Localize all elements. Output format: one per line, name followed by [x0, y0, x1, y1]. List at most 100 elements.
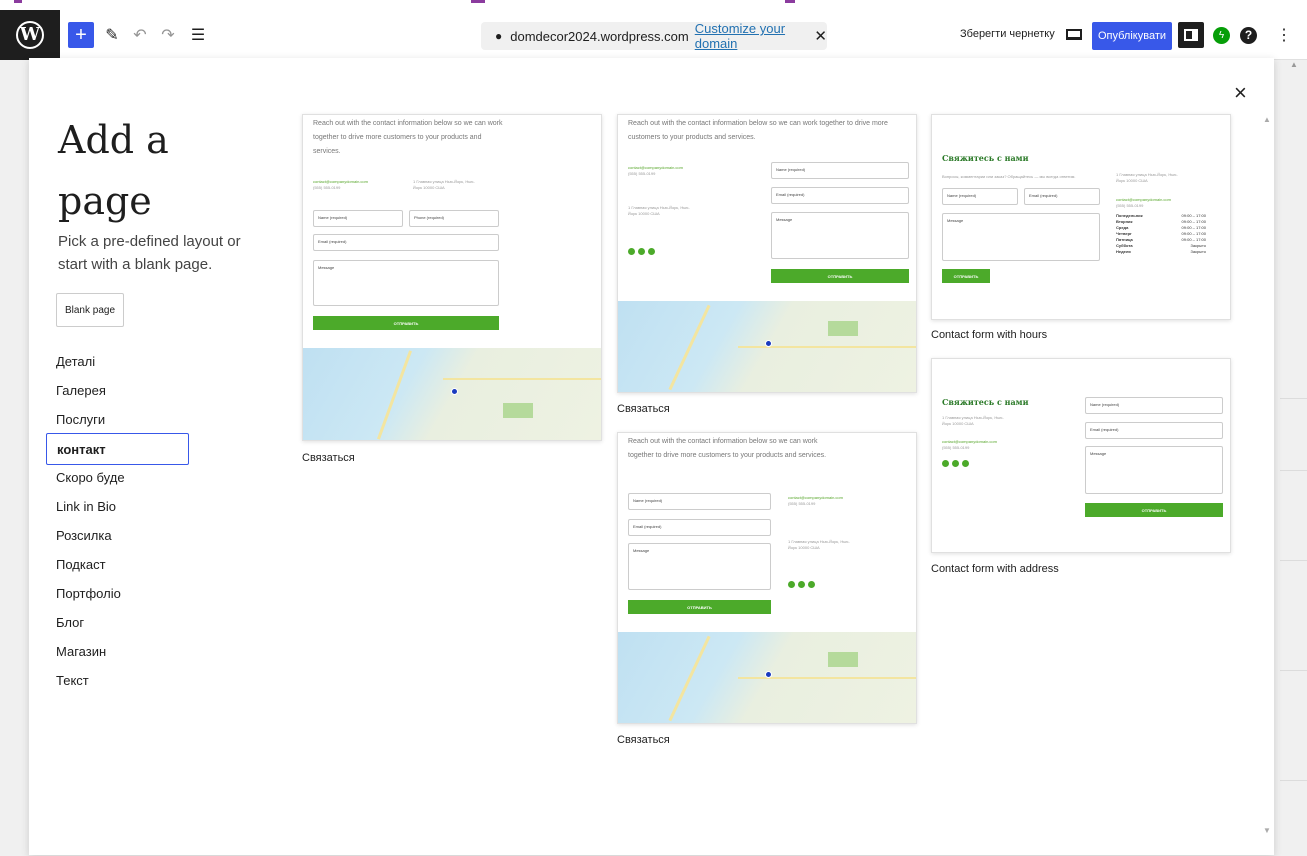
- category-item[interactable]: Послуги: [56, 412, 105, 427]
- email-field: Email (required): [628, 519, 771, 536]
- wordpress-icon: W: [16, 21, 44, 49]
- phone-field: Phone (required): [409, 210, 499, 227]
- address-text: 1 Главная улица Нью-Йорк, Нью-Йорк 10000…: [942, 415, 1004, 426]
- undo-icon[interactable]: ↶: [128, 22, 152, 48]
- map-road: [443, 378, 601, 380]
- phone-text: (555) 555-0199: [788, 501, 816, 506]
- submit-button: ОТПРАВИТЬ: [628, 600, 771, 614]
- submit-button: ОТПРАВИТЬ: [942, 269, 990, 283]
- map-image: [303, 348, 601, 440]
- scroll-up-icon[interactable]: ▲: [1290, 60, 1298, 69]
- category-item[interactable]: Блог: [56, 615, 84, 630]
- category-item[interactable]: Подкаст: [56, 557, 106, 572]
- social-icon: [628, 248, 635, 255]
- scroll-down-icon[interactable]: ▼: [1263, 826, 1271, 835]
- intro-text: Reach out with the contact information b…: [313, 120, 503, 155]
- map-road: [738, 346, 916, 348]
- category-item[interactable]: Link in Bio: [56, 499, 116, 514]
- modal-subtitle: Pick a pre-defined layout or start with …: [58, 233, 241, 273]
- map-road: [668, 635, 711, 722]
- more-options-icon[interactable]: ⋮: [1276, 25, 1292, 45]
- email-field: Email (required): [1085, 422, 1223, 439]
- help-icon[interactable]: ?: [1240, 27, 1257, 44]
- editor-top-bar: W + ✎ ↶ ↷ ☰ ● domdecor2024.wordpress.com…: [0, 0, 1307, 60]
- map-park: [828, 652, 858, 667]
- pattern-caption: Contact form with hours: [931, 329, 1048, 341]
- name-field: Name (required): [1085, 397, 1223, 414]
- pattern-card[interactable]: Свяжитесь с нами 1 Главная улица Нью-Йор…: [931, 358, 1231, 553]
- submit-button: ОТПРАВИТЬ: [771, 269, 909, 283]
- address-text: 1 Главная улица Нью-Йорк, Нью-Йорк 10000…: [788, 539, 850, 550]
- address-text: 1 Главная улица Нью-Йорк, Нью-Йорк 10000…: [413, 179, 475, 190]
- social-icon: [942, 460, 949, 467]
- modal-scrollbar[interactable]: ▲ ▼: [1261, 115, 1271, 835]
- name-field: Name (required): [313, 210, 403, 227]
- map-pin-icon: [765, 671, 772, 678]
- wordpress-logo-button[interactable]: W: [0, 10, 60, 60]
- pencil-icon[interactable]: ✎: [100, 22, 124, 48]
- category-item[interactable]: Деталі: [56, 354, 95, 369]
- decor-line: [785, 0, 795, 3]
- name-field: Name (required): [771, 162, 909, 179]
- map-image: [618, 301, 916, 392]
- category-item-active[interactable]: контакт: [46, 433, 189, 465]
- pattern-card[interactable]: Reach out with the contact information b…: [617, 114, 917, 393]
- social-icon: [798, 581, 805, 588]
- pattern-card[interactable]: Свяжитесь с нами Вопросы, комментарии ил…: [931, 114, 1231, 320]
- map-pin-icon: [451, 388, 458, 395]
- blank-page-button[interactable]: Blank page: [56, 293, 124, 327]
- modal-title: Add a page: [58, 118, 169, 223]
- document-overview-icon[interactable]: ☰: [184, 22, 212, 48]
- category-item[interactable]: Скоро буде: [56, 470, 125, 485]
- category-item[interactable]: Портфоліо: [56, 586, 121, 601]
- customize-domain-link[interactable]: Customize your domain: [695, 21, 807, 51]
- category-item[interactable]: Галерея: [56, 383, 106, 398]
- sidebar-icon: [1184, 29, 1198, 41]
- map-image: [618, 632, 916, 723]
- settings-panel-button[interactable]: [1178, 22, 1204, 48]
- contact-heading: Свяжитесь с нами: [942, 397, 1029, 407]
- message-field: Message: [771, 212, 909, 259]
- pattern-card[interactable]: Reach out with the contact information b…: [302, 114, 602, 441]
- decor-line: [14, 0, 22, 3]
- pattern-caption: Связаться: [617, 734, 670, 746]
- close-modal-icon[interactable]: ×: [1234, 80, 1247, 106]
- social-icon: [952, 460, 959, 467]
- hours-row: Неделя Закрыто: [1116, 249, 1206, 255]
- social-icon: [808, 581, 815, 588]
- preview-icon[interactable]: [1066, 29, 1082, 40]
- message-field: Message: [1085, 446, 1223, 494]
- contact-heading: Свяжитесь с нами: [942, 153, 1029, 163]
- domain-url: domdecor2024.wordpress.com: [510, 28, 689, 44]
- map-road: [738, 677, 916, 679]
- publish-button[interactable]: Опублікувати: [1092, 22, 1172, 50]
- divider: [1280, 398, 1307, 399]
- close-icon[interactable]: ✕: [814, 27, 827, 45]
- name-field: Name (required): [628, 493, 771, 510]
- divider: [1280, 670, 1307, 671]
- divider: [1280, 780, 1307, 781]
- save-draft-button[interactable]: Зберегти чернетку: [960, 28, 1055, 40]
- time-label: Закрыто: [1190, 249, 1206, 254]
- intro-text: Вопросы, комментарии или заказ? Обращайт…: [942, 174, 1076, 179]
- redo-icon[interactable]: ↷: [156, 22, 180, 48]
- message-field: Message: [628, 543, 771, 590]
- pattern-card[interactable]: Reach out with the contact information b…: [617, 432, 917, 724]
- category-item[interactable]: Розсилка: [56, 528, 112, 543]
- social-icons: [788, 581, 815, 588]
- map-pin-icon: [765, 340, 772, 347]
- day-label: Неделя: [1116, 249, 1131, 254]
- jetpack-icon[interactable]: ϟ: [1213, 27, 1230, 44]
- category-item[interactable]: Магазин: [56, 644, 106, 659]
- social-icon: [788, 581, 795, 588]
- hours-table: Понедельник 09:00 – 17:00 Вторник 09:00 – …: [1116, 213, 1206, 255]
- add-block-button[interactable]: +: [68, 22, 94, 48]
- map-road: [668, 304, 711, 391]
- address-text: 1 Главная улица Нью-Йорк, Нью-Йорк 10000…: [1116, 172, 1178, 183]
- category-item[interactable]: Текст: [56, 673, 89, 688]
- email-field: Email (required): [771, 187, 909, 204]
- map-park: [828, 321, 858, 336]
- domain-bar: ● domdecor2024.wordpress.com Customize y…: [481, 21, 827, 51]
- scroll-up-icon[interactable]: ▲: [1263, 115, 1271, 124]
- submit-button: ОТПРАВИТЬ: [313, 316, 499, 330]
